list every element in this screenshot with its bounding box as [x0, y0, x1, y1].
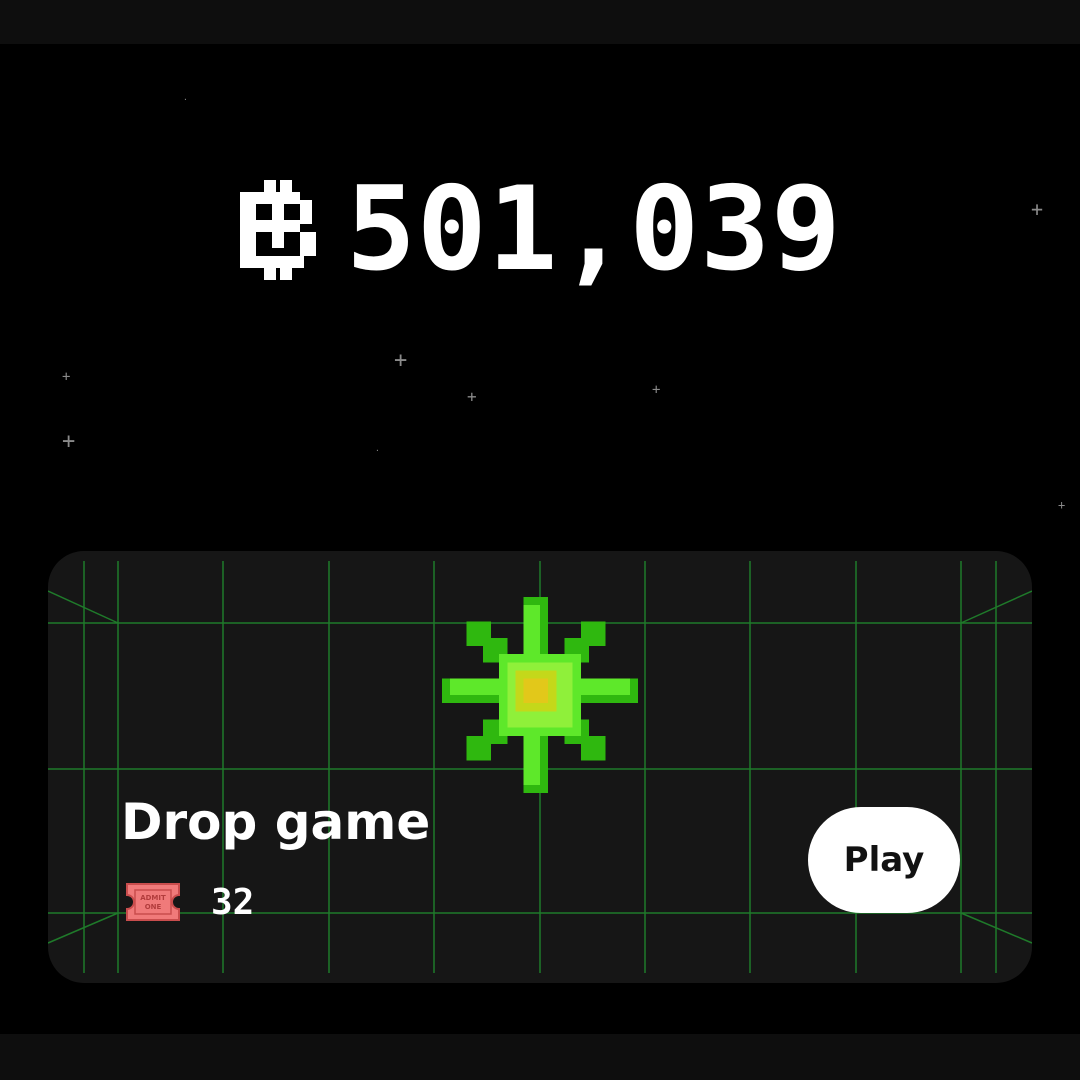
game-title: Drop game: [121, 793, 431, 851]
star-icon: +: [62, 429, 76, 454]
star-icon: +: [394, 348, 408, 373]
drop-game-card[interactable]: Drop game ADMIT ONE 32 Play: [48, 551, 1032, 983]
top-bar: [0, 0, 1080, 44]
pixel-coin-icon: [240, 180, 316, 280]
game-screen: · + + + + + + · + 501,039 Drop game ADMI…: [0, 0, 1080, 1080]
star-icon: +: [1031, 197, 1044, 221]
star-icon: +: [1058, 498, 1066, 512]
play-button[interactable]: Play: [808, 807, 960, 913]
svg-text:ADMIT: ADMIT: [140, 894, 166, 902]
star-icon: ·: [375, 446, 380, 455]
ticket-balance: ADMIT ONE 32: [123, 881, 254, 923]
balance-display: 501,039: [240, 170, 842, 290]
admit-one-ticket-icon: ADMIT ONE: [126, 883, 180, 921]
star-icon: ·: [183, 95, 188, 104]
ticket-count: 32: [211, 881, 255, 923]
star-icon: +: [467, 387, 477, 406]
star-icon: +: [62, 369, 71, 385]
green-gem-icon: [442, 597, 638, 793]
balance-value: 501,039: [346, 162, 842, 297]
star-icon: +: [652, 382, 661, 398]
svg-text:ONE: ONE: [145, 903, 162, 911]
bottom-bar: [0, 1034, 1080, 1080]
